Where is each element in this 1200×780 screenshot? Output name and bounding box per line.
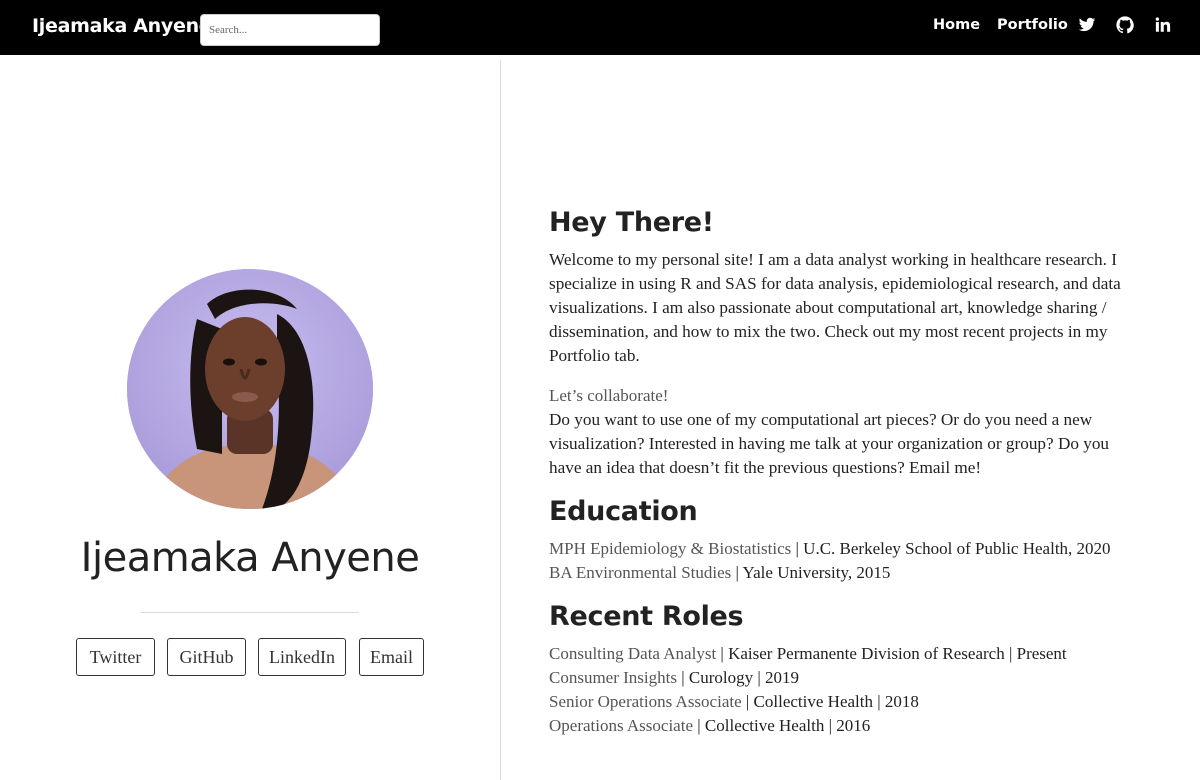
role-title: Consumer Insights [549,668,677,687]
linkedin-icon[interactable] [1154,16,1172,34]
role-title: Consulting Data Analyst [549,644,717,663]
profile-name: Ijeamaka Anyene [80,535,420,581]
top-navbar: Ijeamaka Anyene Home Portfolio [0,0,1200,55]
linkedin-button[interactable]: LinkedIn [258,638,346,676]
collab-title: Let’s collaborate! [549,386,669,405]
nav-portfolio-link[interactable]: Portfolio [997,17,1068,33]
education-detail: | Yale University, 2015 [731,563,891,582]
role-item: Consumer Insights | Curology | 2019 [549,666,799,690]
profile-photo [127,269,373,509]
twitter-icon[interactable] [1078,16,1096,34]
twitter-button[interactable]: Twitter [76,638,155,676]
role-title: Senior Operations Associate [549,692,742,711]
education-item: MPH Epidemiology & Biostatistics | U.C. … [549,537,1111,561]
role-detail: | Collective Health | 2016 [693,716,871,735]
education-detail: | U.C. Berkeley School of Public Health,… [791,539,1111,558]
role-detail: | Curology | 2019 [676,668,800,687]
column-divider [500,60,501,780]
role-detail: | Kaiser Permanente Division of Research… [716,644,1067,663]
role-title: Operations Associate [549,716,693,735]
education-heading: Education [549,496,698,527]
role-detail: | Collective Health | 2018 [741,692,919,711]
collab-paragraph: Do you want to use one of my computation… [549,410,1110,477]
profile-divider [141,612,359,613]
site-brand-link[interactable]: Ijeamaka Anyene [32,15,212,37]
education-item: BA Environmental Studies | Yale Universi… [549,561,890,585]
github-icon[interactable] [1116,16,1134,34]
email-button[interactable]: Email [359,638,424,676]
education-degree: BA Environmental Studies [549,563,732,582]
github-button[interactable]: GitHub [167,638,246,676]
role-item: Operations Associate | Collective Health… [549,714,870,738]
avatar [127,269,373,509]
education-degree: MPH Epidemiology & Biostatistics [549,539,792,558]
profile-sidebar: Ijeamaka Anyene Twitter GitHub LinkedIn … [0,55,500,780]
role-item: Consulting Data Analyst | Kaiser Permane… [549,642,1067,666]
search-input[interactable] [200,14,380,46]
role-item: Senior Operations Associate | Collective… [549,690,919,714]
nav-home-link[interactable]: Home [933,17,980,33]
intro-paragraph: Welcome to my personal site! I am a data… [549,250,1121,365]
intro-heading: Hey There! [549,207,714,238]
roles-heading: Recent Roles [549,601,744,632]
